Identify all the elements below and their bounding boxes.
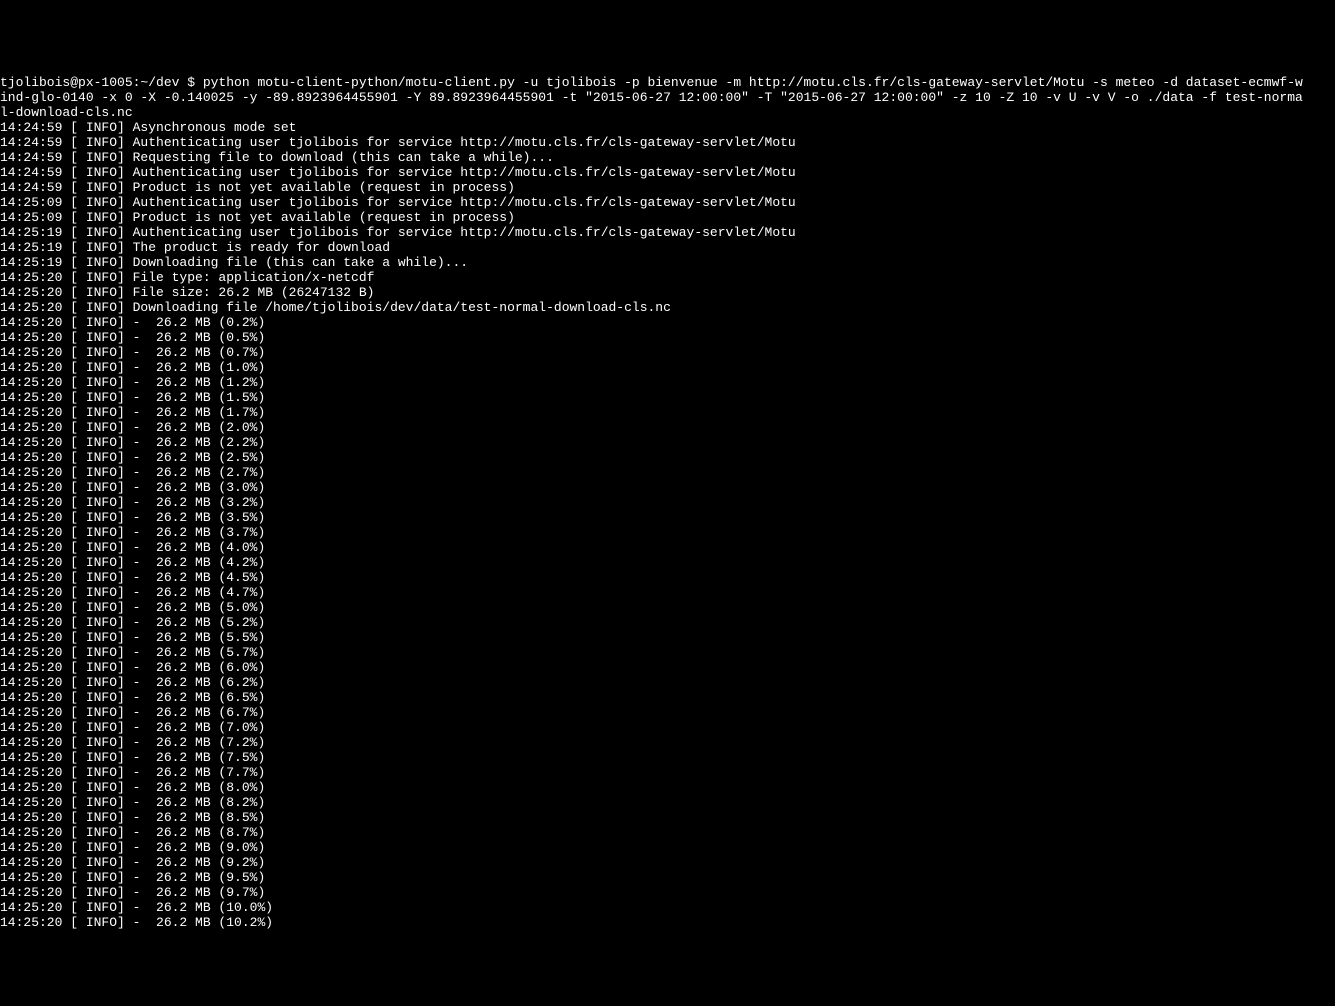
log-line: 14:25:19 [ INFO] The product is ready fo… bbox=[0, 240, 1335, 255]
log-line: 14:24:59 [ INFO] Asynchronous mode set bbox=[0, 120, 1335, 135]
log-line: 14:25:19 [ INFO] Downloading file (this … bbox=[0, 255, 1335, 270]
progress-line: 14:25:20 [ INFO] - 26.2 MB (1.5%) bbox=[0, 390, 1335, 405]
progress-line: 14:25:20 [ INFO] - 26.2 MB (4.5%) bbox=[0, 570, 1335, 585]
progress-line: 14:25:20 [ INFO] - 26.2 MB (4.7%) bbox=[0, 585, 1335, 600]
progress-line: 14:25:20 [ INFO] - 26.2 MB (8.7%) bbox=[0, 825, 1335, 840]
progress-line: 14:25:20 [ INFO] - 26.2 MB (6.0%) bbox=[0, 660, 1335, 675]
progress-line: 14:25:20 [ INFO] - 26.2 MB (6.2%) bbox=[0, 675, 1335, 690]
log-line: 14:25:09 [ INFO] Product is not yet avai… bbox=[0, 210, 1335, 225]
log-line: 14:25:20 [ INFO] File size: 26.2 MB (262… bbox=[0, 285, 1335, 300]
command-prompt-line-3: l-download-cls.nc bbox=[0, 105, 1335, 120]
log-line: 14:25:09 [ INFO] Authenticating user tjo… bbox=[0, 195, 1335, 210]
progress-line: 14:25:20 [ INFO] - 26.2 MB (1.0%) bbox=[0, 360, 1335, 375]
progress-line: 14:25:20 [ INFO] - 26.2 MB (7.0%) bbox=[0, 720, 1335, 735]
progress-line: 14:25:20 [ INFO] - 26.2 MB (0.2%) bbox=[0, 315, 1335, 330]
terminal-window[interactable]: tjolibois@px-1005:~/dev $ python motu-cl… bbox=[0, 60, 1335, 931]
progress-line: 14:25:20 [ INFO] - 26.2 MB (9.7%) bbox=[0, 885, 1335, 900]
progress-line: 14:25:20 [ INFO] - 26.2 MB (8.0%) bbox=[0, 780, 1335, 795]
progress-line: 14:25:20 [ INFO] - 26.2 MB (6.7%) bbox=[0, 705, 1335, 720]
progress-line: 14:25:20 [ INFO] - 26.2 MB (2.0%) bbox=[0, 420, 1335, 435]
progress-line: 14:25:20 [ INFO] - 26.2 MB (9.0%) bbox=[0, 840, 1335, 855]
log-line: 14:25:19 [ INFO] Authenticating user tjo… bbox=[0, 225, 1335, 240]
log-line: 14:25:20 [ INFO] Downloading file /home/… bbox=[0, 300, 1335, 315]
command-prompt-line-2: ind-glo-0140 -x 0 -X -0.140025 -y -89.89… bbox=[0, 90, 1335, 105]
progress-line: 14:25:20 [ INFO] - 26.2 MB (9.2%) bbox=[0, 855, 1335, 870]
progress-line: 14:25:20 [ INFO] - 26.2 MB (7.7%) bbox=[0, 765, 1335, 780]
progress-line: 14:25:20 [ INFO] - 26.2 MB (9.5%) bbox=[0, 870, 1335, 885]
progress-line: 14:25:20 [ INFO] - 26.2 MB (4.2%) bbox=[0, 555, 1335, 570]
log-line: 14:24:59 [ INFO] Product is not yet avai… bbox=[0, 180, 1335, 195]
progress-line: 14:25:20 [ INFO] - 26.2 MB (2.2%) bbox=[0, 435, 1335, 450]
progress-line: 14:25:20 [ INFO] - 26.2 MB (2.5%) bbox=[0, 450, 1335, 465]
progress-line: 14:25:20 [ INFO] - 26.2 MB (8.2%) bbox=[0, 795, 1335, 810]
progress-line: 14:25:20 [ INFO] - 26.2 MB (4.0%) bbox=[0, 540, 1335, 555]
progress-line: 14:25:20 [ INFO] - 26.2 MB (3.5%) bbox=[0, 510, 1335, 525]
progress-line: 14:25:20 [ INFO] - 26.2 MB (3.2%) bbox=[0, 495, 1335, 510]
log-line: 14:25:20 [ INFO] File type: application/… bbox=[0, 270, 1335, 285]
progress-line: 14:25:20 [ INFO] - 26.2 MB (3.7%) bbox=[0, 525, 1335, 540]
log-line: 14:24:59 [ INFO] Authenticating user tjo… bbox=[0, 135, 1335, 150]
progress-line: 14:25:20 [ INFO] - 26.2 MB (10.0%) bbox=[0, 900, 1335, 915]
progress-line: 14:25:20 [ INFO] - 26.2 MB (6.5%) bbox=[0, 690, 1335, 705]
command-prompt-line-1: tjolibois@px-1005:~/dev $ python motu-cl… bbox=[0, 75, 1335, 90]
progress-line: 14:25:20 [ INFO] - 26.2 MB (0.5%) bbox=[0, 330, 1335, 345]
progress-line: 14:25:20 [ INFO] - 26.2 MB (5.7%) bbox=[0, 645, 1335, 660]
progress-line: 14:25:20 [ INFO] - 26.2 MB (3.0%) bbox=[0, 480, 1335, 495]
progress-line: 14:25:20 [ INFO] - 26.2 MB (8.5%) bbox=[0, 810, 1335, 825]
log-line: 14:24:59 [ INFO] Requesting file to down… bbox=[0, 150, 1335, 165]
info-log-block: 14:24:59 [ INFO] Asynchronous mode set14… bbox=[0, 120, 1335, 315]
progress-line: 14:25:20 [ INFO] - 26.2 MB (0.7%) bbox=[0, 345, 1335, 360]
progress-line: 14:25:20 [ INFO] - 26.2 MB (2.7%) bbox=[0, 465, 1335, 480]
progress-line: 14:25:20 [ INFO] - 26.2 MB (5.5%) bbox=[0, 630, 1335, 645]
progress-line: 14:25:20 [ INFO] - 26.2 MB (5.2%) bbox=[0, 615, 1335, 630]
log-line: 14:24:59 [ INFO] Authenticating user tjo… bbox=[0, 165, 1335, 180]
progress-line: 14:25:20 [ INFO] - 26.2 MB (7.5%) bbox=[0, 750, 1335, 765]
progress-line: 14:25:20 [ INFO] - 26.2 MB (7.2%) bbox=[0, 735, 1335, 750]
progress-log-block: 14:25:20 [ INFO] - 26.2 MB (0.2%)14:25:2… bbox=[0, 315, 1335, 930]
progress-line: 14:25:20 [ INFO] - 26.2 MB (1.2%) bbox=[0, 375, 1335, 390]
progress-line: 14:25:20 [ INFO] - 26.2 MB (1.7%) bbox=[0, 405, 1335, 420]
progress-line: 14:25:20 [ INFO] - 26.2 MB (5.0%) bbox=[0, 600, 1335, 615]
progress-line: 14:25:20 [ INFO] - 26.2 MB (10.2%) bbox=[0, 915, 1335, 930]
